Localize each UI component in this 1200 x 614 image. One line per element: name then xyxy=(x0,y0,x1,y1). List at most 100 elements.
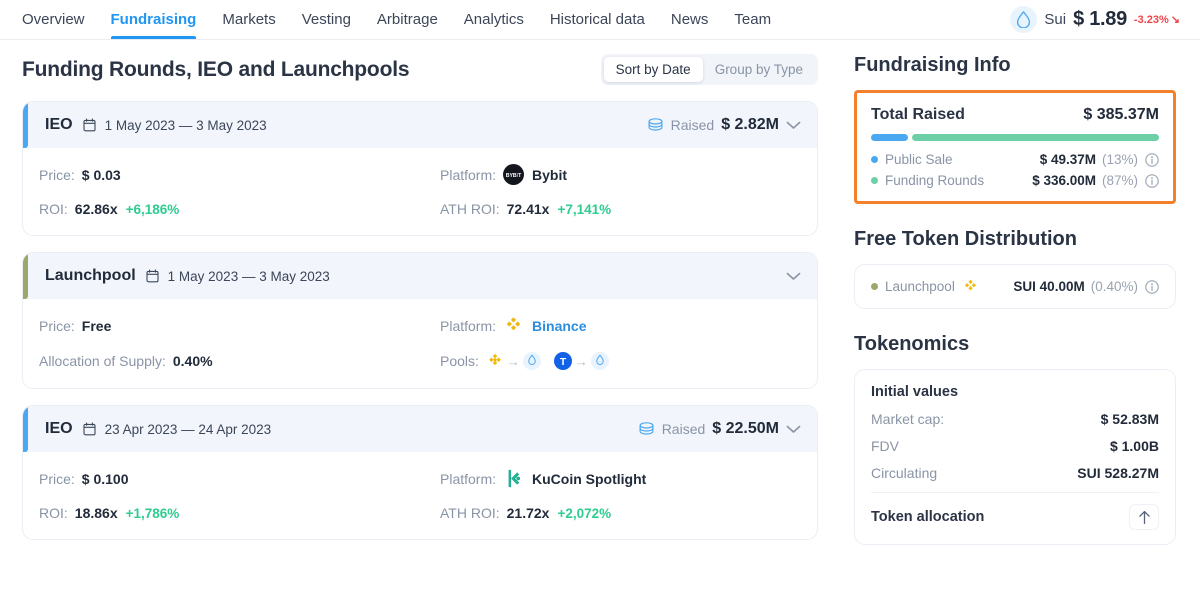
round-platform-cell: Platform: Binance xyxy=(420,315,801,336)
tab-overview[interactable]: Overview xyxy=(22,0,85,39)
round-price-cell: Price: $ 0.03 xyxy=(39,164,420,185)
tab-news-label: News xyxy=(670,11,709,28)
token-allocation-row[interactable]: Token allocation xyxy=(871,504,1159,530)
round-type-label: Launchpool xyxy=(45,267,136,284)
info-icon[interactable] xyxy=(1145,279,1159,294)
round-card-header[interactable]: IEO 23 Apr 2023 — 24 Apr 2023 Raised $ 2… xyxy=(23,406,817,452)
round-detail-row: Price: $ 0.100 Platform: KuCoin Spotligh… xyxy=(39,468,801,489)
free-token-value: SUI 40.00M xyxy=(1013,279,1085,294)
info-icon[interactable] xyxy=(1145,173,1159,188)
sidebar: Fundraising Info Total Raised $ 385.37M … xyxy=(840,40,1200,614)
funding-rounds-column: Funding Rounds, IEO and Launchpools Sort… xyxy=(0,40,840,614)
round-ath-roi-cell: ATH ROI: 72.41x +7,141% xyxy=(420,201,801,217)
platform-label: Platform: xyxy=(440,166,497,183)
platform-value[interactable]: BYBIT Bybit xyxy=(503,164,567,185)
platform-value[interactable]: KuCoin Spotlight xyxy=(503,468,646,489)
tab-markets-label: Markets xyxy=(222,11,276,28)
tab-news[interactable]: News xyxy=(671,0,709,39)
ath-roi-delta: +2,072% xyxy=(557,505,612,521)
round-roi-cell: ROI: 18.86x +1,786% xyxy=(39,505,420,521)
round-roi-cell: ROI: 62.86x +6,186% xyxy=(39,201,420,217)
ath-roi-value: 21.72x xyxy=(506,505,550,521)
legend-label-public-sale: Public Sale xyxy=(885,152,953,167)
platform-name: Bybit xyxy=(532,166,568,183)
tokenomics-divider xyxy=(871,492,1159,493)
binance-logo-icon xyxy=(962,278,979,295)
round-platform-cell: Platform: KuCoin Spotlight xyxy=(420,468,801,489)
round-type-label: IEO xyxy=(45,420,73,437)
fundraising-info-card: Total Raised $ 385.37M Public Sale $ 49.… xyxy=(854,90,1176,204)
tab-fundraising-label: Fundraising xyxy=(110,11,197,28)
legend-dot-funding-rounds xyxy=(871,177,878,184)
sort-by-date-button[interactable]: Sort by Date xyxy=(603,57,703,82)
price-ticker[interactable]: Sui $ 1.89 -3.23% ↘ xyxy=(1010,6,1186,33)
price-label: Price: xyxy=(39,166,75,183)
platform-name: KuCoin Spotlight xyxy=(532,470,647,487)
section-header: Funding Rounds, IEO and Launchpools Sort… xyxy=(22,54,818,85)
tab-arbitrage[interactable]: Arbitrage xyxy=(377,0,438,39)
raised-label: Raised xyxy=(661,421,706,437)
sui-droplet-icon xyxy=(1010,6,1038,33)
roi-label: ROI: xyxy=(39,201,68,217)
pool-pair[interactable]: T → xyxy=(553,352,609,370)
round-platform-cell: Platform: BYBIT Bybit xyxy=(420,164,801,185)
tab-markets[interactable]: Markets xyxy=(222,0,275,39)
tab-fundraising[interactable]: Fundraising xyxy=(110,0,197,39)
circulating-label: Circulating xyxy=(871,465,938,481)
round-type-accent-bar xyxy=(23,102,28,148)
sui-droplet-icon xyxy=(590,352,609,370)
tab-historical-data[interactable]: Historical data xyxy=(550,0,645,39)
fundraising-info-title: Fundraising Info xyxy=(854,54,1011,76)
tab-team[interactable]: Team xyxy=(734,0,771,39)
arrow-up-icon[interactable] xyxy=(1129,504,1159,530)
round-ath-roi-cell: ATH ROI: 21.72x +2,072% xyxy=(420,505,801,521)
price-value: Free xyxy=(81,317,112,334)
kucoin-logo-icon xyxy=(503,468,524,489)
market-cap-value: $ 52.83M xyxy=(1100,411,1159,427)
legend-dot-public-sale xyxy=(871,156,878,163)
svg-text:T: T xyxy=(560,357,567,368)
chevron-down-icon[interactable] xyxy=(786,425,801,434)
round-type-accent-bar xyxy=(23,253,28,299)
tab-team-label: Team xyxy=(734,11,772,28)
funding-round-card: IEO 1 May 2023 — 3 May 2023 Raised $ 2.8… xyxy=(22,101,818,236)
group-by-type-button[interactable]: Group by Type xyxy=(703,57,815,82)
round-metric-row: ROI: 18.86x +1,786% ATH ROI: 21.72x +2,0… xyxy=(39,505,801,521)
raised-distribution-bar xyxy=(871,134,1159,141)
free-token-row-launchpool: Launchpool SUI 40.00M (0.40%) xyxy=(871,278,1159,295)
price-label: Price: xyxy=(39,470,75,487)
calendar-icon xyxy=(83,422,96,436)
market-cap-label: Market cap: xyxy=(871,411,945,427)
round-type-label: IEO xyxy=(45,116,73,133)
tab-vesting[interactable]: Vesting xyxy=(302,0,351,39)
legend-label-funding-rounds: Funding Rounds xyxy=(885,173,985,188)
platform-value[interactable]: Binance xyxy=(503,315,586,336)
pool-pair[interactable]: → xyxy=(486,352,541,370)
legend-row-funding-rounds: Funding Rounds $ 336.00M (87%) xyxy=(871,173,1159,188)
initial-values-label: Initial values xyxy=(871,384,959,400)
calendar-icon xyxy=(83,118,96,132)
roi-delta: +6,186% xyxy=(125,201,180,217)
chevron-down-icon[interactable] xyxy=(786,121,801,130)
round-card-header[interactable]: Launchpool 1 May 2023 — 3 May 2023 xyxy=(23,253,817,299)
chevron-down-icon[interactable] xyxy=(786,272,801,281)
bar-segment-public-sale xyxy=(871,134,908,141)
tokenomics-card: Initial values Market cap: $ 52.83M FDV … xyxy=(854,369,1176,545)
price-value: $ 0.03 xyxy=(81,166,121,183)
ath-roi-label: ATH ROI: xyxy=(440,201,500,217)
bybit-logo-icon: BYBIT xyxy=(503,164,525,185)
round-card-header[interactable]: IEO 1 May 2023 — 3 May 2023 Raised $ 2.8… xyxy=(23,102,817,148)
round-date: 23 Apr 2023 — 24 Apr 2023 xyxy=(83,422,271,437)
calendar-icon xyxy=(146,269,159,283)
coins-icon xyxy=(638,421,655,437)
round-type-accent-bar xyxy=(23,406,28,452)
ath-roi-label: ATH ROI: xyxy=(440,505,500,521)
raised-value: $ 22.50M xyxy=(712,420,779,437)
tab-analytics[interactable]: Analytics xyxy=(464,0,524,39)
tab-overview-label: Overview xyxy=(22,11,85,28)
info-icon[interactable] xyxy=(1145,152,1159,167)
raised-label: Raised xyxy=(670,117,715,133)
pools-label: Pools: xyxy=(440,353,479,369)
legend-value-funding-rounds: $ 336.00M xyxy=(1032,173,1096,188)
round-allocation-cell: Allocation of Supply: 0.40% xyxy=(39,352,420,370)
